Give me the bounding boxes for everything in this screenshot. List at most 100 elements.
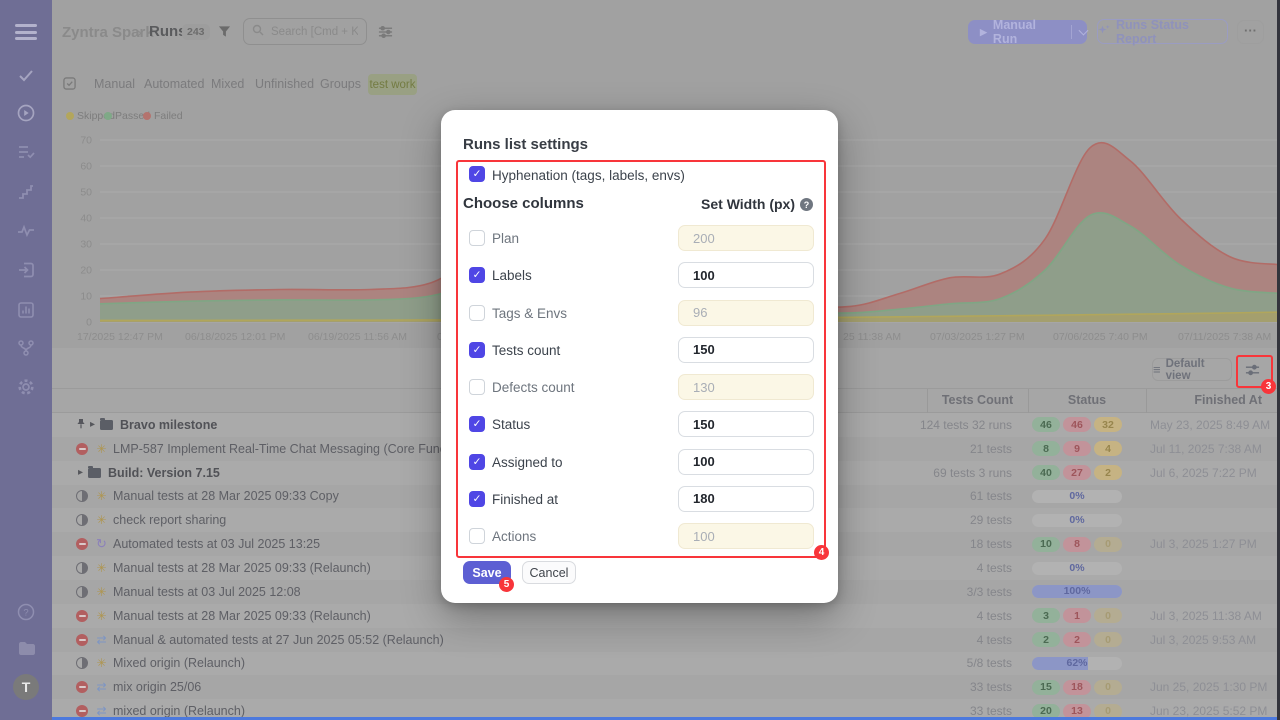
tests-count-cell: 21 tests xyxy=(872,437,1012,461)
tests-count-cell: 61 tests xyxy=(872,485,1012,509)
steps-icon[interactable] xyxy=(16,182,36,202)
run-name-label: Manual & automated tests at 27 Jun 2025 … xyxy=(113,633,444,647)
status-cell: 0% xyxy=(1032,556,1122,580)
adjustments-icon[interactable] xyxy=(378,25,393,44)
table-settings-button[interactable] xyxy=(1240,358,1265,381)
run-name-label: Bravo milestone xyxy=(120,418,217,432)
search-input[interactable] xyxy=(269,25,360,39)
column-header-finished-at[interactable]: Finished At xyxy=(1146,393,1267,407)
tests-count-cell: 18 tests xyxy=(872,532,1012,556)
folder-icon[interactable] xyxy=(16,638,36,658)
run-name-label: Manual tests at 28 Mar 2025 09:33 Copy xyxy=(113,489,339,503)
skipped-badge: 0 xyxy=(1094,632,1122,647)
column-header-status[interactable]: Status xyxy=(1028,393,1146,407)
width-input-assigned-to[interactable] xyxy=(678,449,814,475)
hyphenation-label: Hyphenation (tags, labels, envs) xyxy=(492,168,685,183)
width-help-icon[interactable]: ? xyxy=(800,198,813,211)
check-icon[interactable] xyxy=(16,65,36,85)
finished-at-cell: Jul 11, 2025 7:38 AM xyxy=(1150,437,1262,461)
column-checkbox-assigned-to[interactable]: ✓ xyxy=(469,454,485,470)
search-box[interactable] xyxy=(243,18,367,45)
column-label: Status xyxy=(492,417,530,432)
filter-icon[interactable] xyxy=(218,25,231,43)
manual-run-icon: ✳ xyxy=(94,513,109,527)
manual-run-icon: ✳ xyxy=(94,609,109,623)
runs-status-report-label: Runs Status Report xyxy=(1116,18,1227,46)
chevron-right-icon[interactable]: ▸ xyxy=(90,419,95,430)
runs-status-report-button[interactable]: Runs Status Report xyxy=(1097,19,1228,44)
play-circle-icon[interactable] xyxy=(16,103,36,123)
tab-groups[interactable]: Groups xyxy=(320,77,361,91)
tab-manual[interactable]: Manual xyxy=(94,77,135,91)
active-filter-chip[interactable]: test work xyxy=(368,74,417,95)
passed-badge: 10 xyxy=(1032,537,1060,552)
table-row[interactable]: ✳Manual tests at 28 Mar 2025 09:33 (Rela… xyxy=(52,604,1277,628)
column-checkbox-labels[interactable]: ✓ xyxy=(469,267,485,283)
column-checkbox-tests-count[interactable]: ✓ xyxy=(469,342,485,358)
chart-x-label: 07/03/2025 1:27 PM xyxy=(930,331,1025,343)
status-cell: 1080 xyxy=(1032,532,1125,556)
chart-x-label: 07/06/2025 7:40 PM xyxy=(1053,331,1148,343)
skipped-badge: 0 xyxy=(1094,680,1122,695)
progress-label: 100% xyxy=(1032,585,1122,598)
failed-badge: 9 xyxy=(1063,441,1091,456)
column-checkbox-status[interactable]: ✓ xyxy=(469,416,485,432)
avatar[interactable]: T xyxy=(13,674,39,700)
width-input-labels[interactable] xyxy=(678,262,814,288)
import-icon[interactable] xyxy=(16,260,36,280)
column-checkbox-finished-at[interactable]: ✓ xyxy=(469,491,485,507)
menu-icon[interactable] xyxy=(15,24,37,40)
passed-badge: 8 xyxy=(1032,441,1060,456)
status-cell: 0% xyxy=(1032,485,1122,509)
help-icon[interactable]: ? xyxy=(16,602,36,622)
tests-count-cell: 29 tests xyxy=(872,508,1012,532)
column-checkbox-plan[interactable] xyxy=(469,230,485,246)
tab-mixed[interactable]: Mixed xyxy=(211,77,244,91)
list-icon: ≡ xyxy=(1153,362,1161,377)
cancel-button[interactable]: Cancel xyxy=(522,561,576,584)
table-row[interactable]: ⇄Manual & automated tests at 27 Jun 2025… xyxy=(52,628,1277,652)
manual-run-icon: ✳ xyxy=(94,442,109,456)
chevron-down-icon[interactable] xyxy=(1079,26,1089,36)
gear-icon[interactable] xyxy=(16,377,36,397)
table-row[interactable]: ⇄mix origin 25/0633 tests15180Jun 25, 20… xyxy=(52,675,1277,699)
column-checkbox-actions[interactable] xyxy=(469,528,485,544)
table-row[interactable]: ✳Mixed origin (Relaunch)5/8 tests62% xyxy=(52,652,1277,676)
tests-count-cell: 3/3 tests xyxy=(872,580,1012,604)
select-all-icon[interactable] xyxy=(63,77,76,95)
width-input-status[interactable] xyxy=(678,411,814,437)
tab-automated[interactable]: Automated xyxy=(144,77,204,91)
run-name-cell: ⇄mix origin 25/06 xyxy=(76,675,876,699)
width-input-tests-count[interactable] xyxy=(678,337,814,363)
progress-label: 0% xyxy=(1032,562,1122,575)
column-header-tests-count[interactable]: Tests Count xyxy=(927,393,1028,407)
width-input-finished-at[interactable] xyxy=(678,486,814,512)
list-check-icon[interactable] xyxy=(16,142,36,162)
hyphenation-checkbox[interactable]: ✓ xyxy=(469,166,485,182)
column-checkbox-tags-envs[interactable] xyxy=(469,305,485,321)
run-name-label: Build: Version 7.15 xyxy=(108,466,220,480)
passed-badge: 40 xyxy=(1032,465,1060,480)
run-name-label: Manual tests at 03 Jul 2025 12:08 xyxy=(113,585,301,599)
chart-x-label: 07/11/2025 7:38 AM xyxy=(1178,331,1271,343)
annotation-badge-4: 4 xyxy=(814,545,829,560)
progress-bar: 62% xyxy=(1032,657,1122,670)
column-label: Plan xyxy=(492,231,519,246)
manual-run-button[interactable]: ▶ Manual Run xyxy=(968,20,1087,44)
skipped-badge: 0 xyxy=(1094,537,1122,552)
folder-icon xyxy=(100,420,113,430)
bar-chart-icon[interactable] xyxy=(16,300,36,320)
tab-unfinished[interactable]: Unfinished xyxy=(255,77,314,91)
failed-badge: 1 xyxy=(1063,608,1091,623)
column-checkbox-defects-count[interactable] xyxy=(469,379,485,395)
passed-badge: 15 xyxy=(1032,680,1060,695)
status-cell: 894 xyxy=(1032,437,1125,461)
mixed-run-icon: ⇄ xyxy=(94,680,109,694)
more-actions-button[interactable]: ··· xyxy=(1237,20,1264,44)
chevron-right-icon[interactable]: ▸ xyxy=(78,467,83,478)
width-input-defects-count xyxy=(678,374,814,400)
pulse-icon[interactable] xyxy=(16,221,36,241)
default-view-button[interactable]: ≡ Default view xyxy=(1152,358,1232,381)
branch-icon[interactable] xyxy=(16,338,36,358)
tests-count-cell: 4 tests xyxy=(872,556,1012,580)
